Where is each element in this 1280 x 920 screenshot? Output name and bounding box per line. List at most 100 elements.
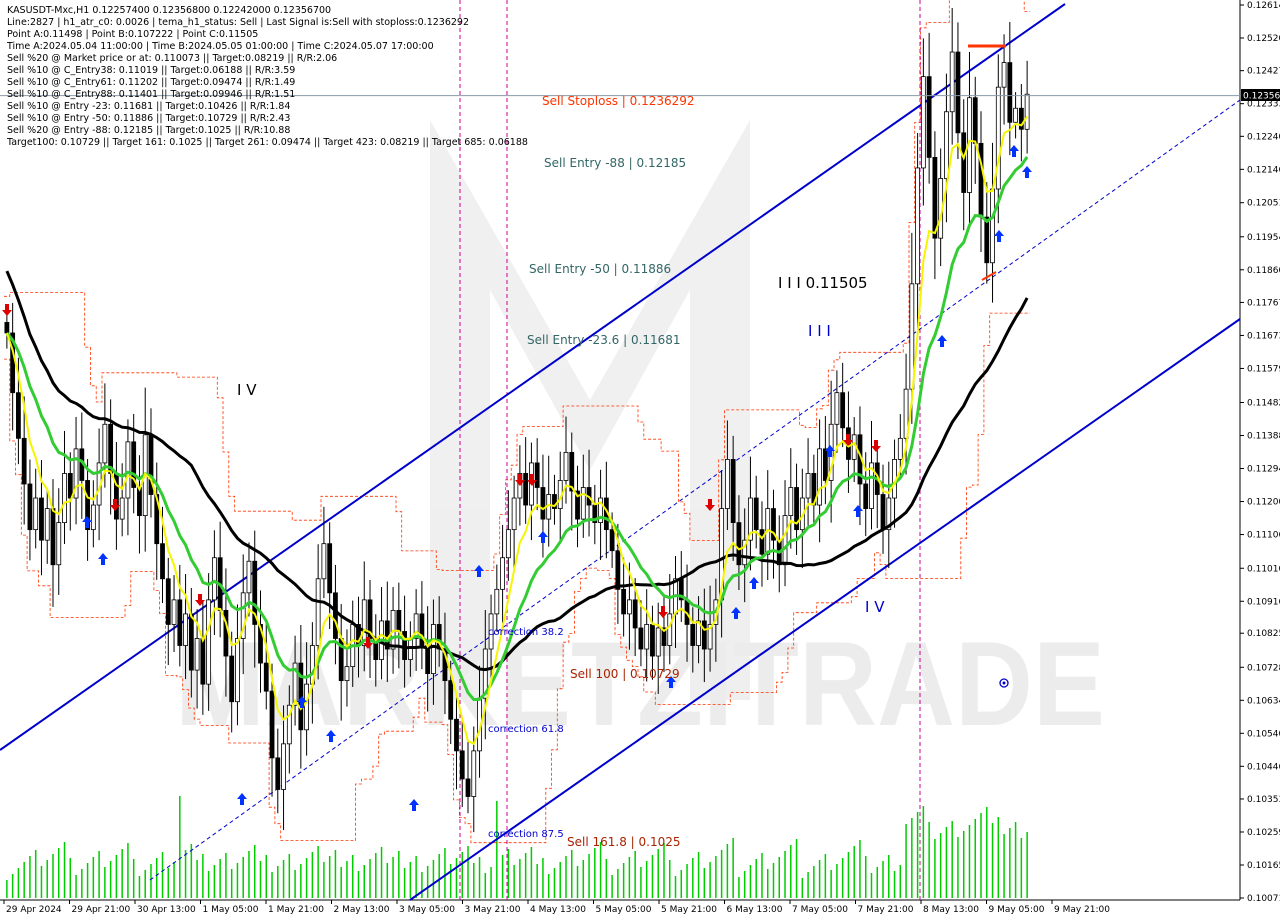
candle-body-62 [361, 599, 367, 646]
candle-body-166 [961, 132, 967, 193]
candle-body-31 [183, 613, 188, 646]
candle-body-74 [431, 624, 436, 675]
price-tick-label-10: 0.11673 [1247, 331, 1280, 341]
price-tick-label-27: 0.10071 [1247, 894, 1280, 904]
candle-body-45 [263, 662, 269, 692]
candle-body-6 [39, 497, 44, 541]
candle-body-121 [701, 620, 707, 650]
time-tick-label-11: 6 May 13:00 [727, 905, 783, 915]
candle-body-171 [990, 188, 995, 264]
candle-body-161 [932, 157, 938, 239]
candle-body-155 [897, 437, 903, 460]
candle-body-8 [50, 508, 56, 566]
price-tick-label-26: 0.10165 [1247, 861, 1280, 871]
time-tick-label-1: 29 Apr 21:00 [72, 905, 131, 915]
candle-body-158 [915, 167, 921, 285]
candle-body-92 [534, 462, 540, 488]
time-tick-label-4: 1 May 21:00 [268, 905, 324, 915]
candle-body-141 [817, 448, 823, 506]
info-line-0: KASUSDT-Mxc,H1 0.12257400 0.12356800 0.1… [7, 5, 331, 16]
time-tick-label-12: 7 May 05:00 [792, 905, 848, 915]
time-tick-label-10: 5 May 21:00 [661, 905, 717, 915]
candle-body-56 [327, 543, 333, 594]
candle-body-110 [638, 627, 644, 650]
wave-iv-left-label: I V [237, 381, 257, 399]
candle-body-54 [315, 578, 321, 646]
info-line-3: Time A:2024.05.04 11:00:00 | Time B:2024… [6, 41, 434, 52]
candle-body-33 [194, 638, 200, 671]
candle-body-112 [650, 624, 655, 657]
correction-875-label: correction 87.5 [488, 829, 564, 840]
candle-body-142 [822, 448, 828, 481]
candle-body-127 [736, 522, 742, 566]
candle-body-152 [880, 494, 886, 531]
candle-body-42 [246, 560, 252, 594]
time-tick-label-5: 2 May 13:00 [334, 905, 390, 915]
price-tick-label-17: 0.11010 [1247, 564, 1280, 574]
sell-entry-23-label: Sell Entry -23.6 | 0.11681 [527, 333, 681, 347]
candle-body-107 [621, 588, 627, 615]
price-tick-label-9: 0.11767 [1247, 298, 1280, 308]
price-tick-label-22: 0.10540 [1247, 729, 1280, 739]
correction-382-label: correction 38.2 [488, 627, 564, 638]
candle-body-4 [27, 483, 33, 531]
candle-body-90 [523, 473, 529, 506]
info-line-4: Sell %20 @ Market price or at: 0.110073 … [7, 53, 337, 64]
sell-entry-50-label: Sell Entry -50 | 0.11886 [529, 262, 671, 276]
candle-body-149 [863, 483, 869, 509]
correction-618-label: correction 61.8 [488, 724, 564, 735]
info-line-2: Point A:0.11498 | Point B:0.107222 | Poi… [7, 29, 258, 40]
candle-body-93 [540, 487, 546, 520]
time-tick-label-8: 4 May 13:00 [530, 905, 586, 915]
candle-body-9 [56, 522, 62, 566]
info-line-10: Sell %20 @ Entry -88: 0.12185 || Target:… [7, 125, 290, 136]
info-line-8: Sell %10 @ Entry -23: 0.11681 || Target:… [7, 101, 290, 112]
candle-body-172 [995, 86, 1001, 190]
candle-body-126 [730, 459, 736, 524]
sell-100-label: Sell 100 | 0.10729 [570, 667, 680, 681]
price-tick-label-19: 0.10825 [1247, 629, 1280, 639]
candle-body-7 [44, 508, 50, 541]
candle-body-163 [944, 111, 949, 179]
candle-body-52 [304, 683, 310, 731]
sell-1618-label: Sell 161.8 | 0.1025 [567, 835, 681, 849]
candle-body-165 [955, 51, 961, 134]
trading-chart: MARKETZITRADE Sell Stoploss | 0.1236292 … [0, 0, 1280, 920]
time-tick-label-6: 3 May 05:00 [399, 905, 455, 915]
candle-body-88 [511, 497, 517, 531]
candle-body-2 [16, 392, 21, 439]
time-tick-label-9: 5 May 05:00 [596, 905, 652, 915]
candle-body-28 [165, 578, 171, 625]
candle-body-139 [805, 473, 811, 499]
candle-body-87 [505, 529, 511, 559]
current-price-value: 0.12356 [1243, 92, 1280, 102]
candle-body-130 [753, 497, 759, 531]
info-line-7: Sell %10 @ C_Entry88: 0.11401 || Target:… [7, 89, 295, 100]
price-tick-label-11: 0.11579 [1247, 364, 1280, 374]
candle-body-46 [269, 690, 275, 759]
time-tick-label-14: 8 May 13:00 [923, 905, 979, 915]
candle-body-81 [471, 750, 477, 797]
time-tick-label-7: 3 May 21:00 [465, 905, 521, 915]
candle-body-57 [333, 592, 338, 639]
price-tick-label-8: 0.11860 [1247, 266, 1280, 276]
price-tick-label-24: 0.10353 [1247, 795, 1280, 805]
candle-body-3 [21, 437, 27, 485]
candle-body-136 [788, 487, 794, 516]
info-line-9: Sell %10 @ Entry -50: 0.11886 || Target:… [7, 113, 290, 124]
candle-body-119 [690, 624, 696, 646]
candle-body-59 [344, 666, 350, 682]
candle-body-23 [137, 487, 142, 516]
price-tick-label-5: 0.12146 [1247, 165, 1280, 175]
candle-body-47 [275, 757, 281, 790]
info-line-5: Sell %10 @ C_Entry38: 0.11019 || Target:… [7, 65, 295, 76]
candle-body-20 [119, 497, 125, 520]
candle-body-113 [655, 627, 661, 657]
candle-body-72 [419, 613, 425, 646]
candle-body-77 [448, 680, 454, 720]
info-line-11: Target100: 0.10729 || Target 161: 0.1025… [6, 137, 528, 148]
candle-body-0 [4, 322, 10, 334]
current-price-tag: 0.12356 [1241, 89, 1280, 102]
price-tick-label-6: 0.12051 [1247, 199, 1280, 209]
time-tick-label-16: 9 May 21:00 [1054, 905, 1110, 915]
